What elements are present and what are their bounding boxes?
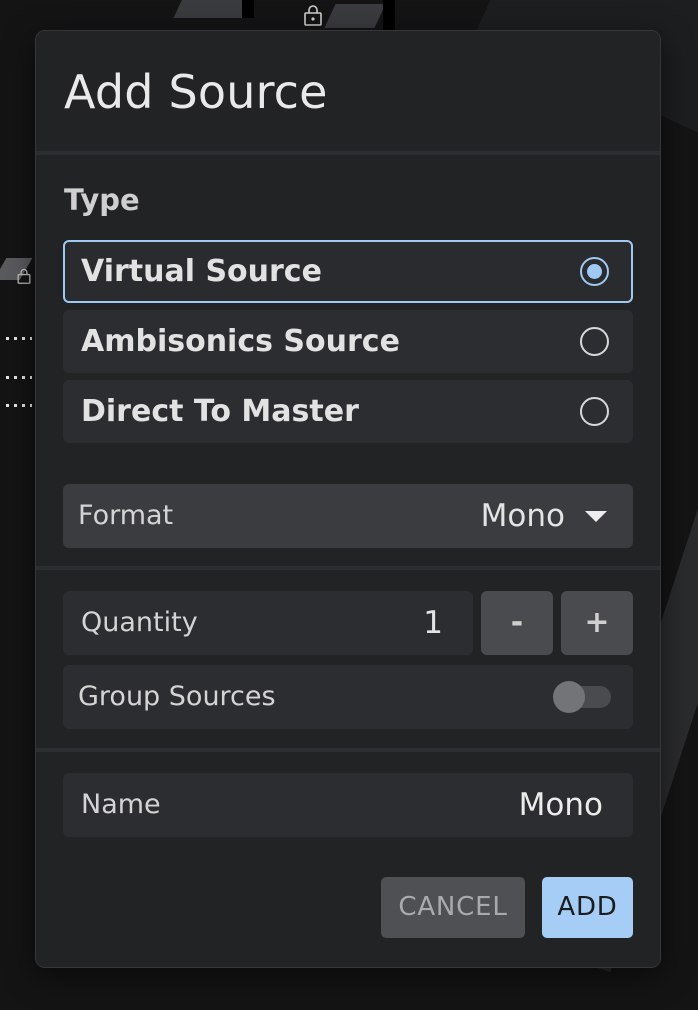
- add-button[interactable]: ADD: [542, 877, 633, 938]
- type-option-direct-to-master[interactable]: Direct To Master: [63, 380, 633, 443]
- radio-unselected-icon[interactable]: [580, 397, 609, 426]
- lock-icon: [17, 268, 31, 284]
- type-option-virtual-source[interactable]: Virtual Source: [63, 240, 633, 303]
- group-sources-label: Group Sources: [78, 681, 276, 712]
- add-source-dialog: Add Source Type Virtual Source Ambisonic…: [35, 30, 661, 968]
- background-object: [242, 0, 254, 18]
- quantity-field[interactable]: Quantity 1: [63, 591, 473, 655]
- background-dotted-line: [6, 376, 32, 379]
- divider: [36, 151, 660, 155]
- lock-icon: [304, 5, 322, 26]
- chevron-down-icon: [585, 511, 607, 522]
- radio-unselected-icon[interactable]: [580, 327, 609, 356]
- quantity-value: 1: [423, 605, 443, 641]
- background-object: [383, 0, 395, 30]
- quantity-decrement-button[interactable]: -: [481, 591, 553, 655]
- radio-dot: [587, 264, 602, 279]
- background-object: [324, 4, 386, 28]
- quantity-label: Quantity: [81, 607, 198, 638]
- format-dropdown[interactable]: Format Mono: [63, 484, 633, 548]
- type-section-label: Type: [64, 183, 140, 217]
- type-option-ambisonics-source[interactable]: Ambisonics Source: [63, 310, 633, 373]
- radio-selected-icon[interactable]: [580, 257, 609, 286]
- dialog-title: Add Source: [64, 65, 328, 119]
- type-option-label: Ambisonics Source: [81, 324, 400, 359]
- group-sources-toggle[interactable]: [553, 681, 611, 713]
- divider: [36, 566, 660, 570]
- type-option-label: Virtual Source: [81, 254, 322, 289]
- format-label: Format: [78, 500, 174, 531]
- quantity-increment-button[interactable]: +: [561, 591, 633, 655]
- cancel-button[interactable]: CANCEL: [381, 877, 525, 938]
- type-option-label: Direct To Master: [81, 394, 359, 429]
- background-dotted-line: [6, 404, 32, 407]
- divider: [36, 748, 660, 752]
- name-label: Name: [81, 789, 161, 820]
- toggle-knob: [553, 681, 585, 713]
- group-sources-row: Group Sources: [63, 665, 633, 729]
- name-value: Mono: [518, 787, 603, 823]
- format-value: Mono: [480, 498, 565, 534]
- name-field[interactable]: Name Mono: [63, 773, 633, 837]
- background-dotted-line: [6, 337, 32, 340]
